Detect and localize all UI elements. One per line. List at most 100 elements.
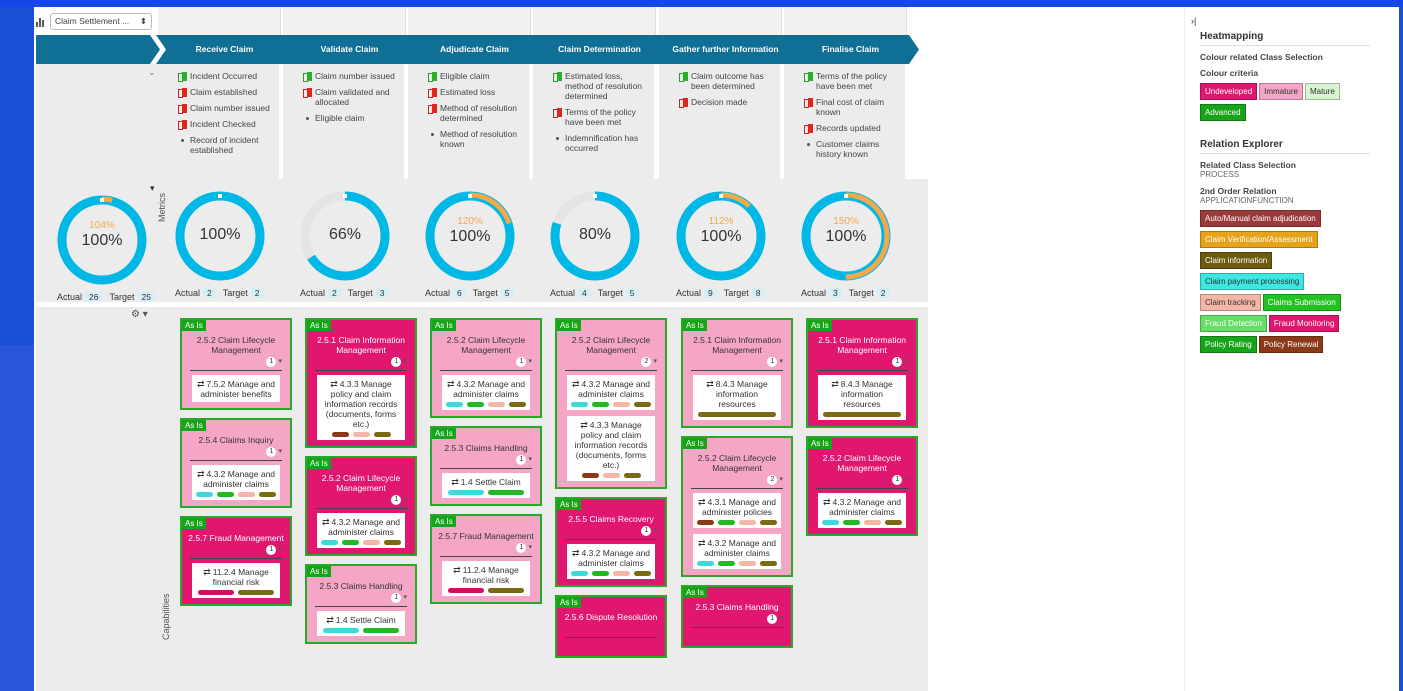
- donut-start-marker: [468, 194, 472, 198]
- chip-policy-rating[interactable]: Policy Rating: [1200, 336, 1257, 353]
- settings-icon[interactable]: ⚙ ▾: [131, 309, 148, 320]
- process-select[interactable]: Claim Settlement ... ⬍: [50, 13, 152, 30]
- expand-caret-icon[interactable]: ▾: [779, 475, 783, 483]
- start-event-icon: [553, 72, 562, 82]
- linked-function-card[interactable]: ⇄ 4.3.2 Manage and administer claims: [693, 534, 781, 569]
- capability-card[interactable]: As Is 2.5.7 Fraud Management 1 ▾ ⇄ 11.2.4 Man…: [180, 516, 292, 606]
- linked-function-card[interactable]: ⇄ 4.3.2 Manage and administer claims: [567, 375, 655, 410]
- linked-function-card[interactable]: ⇄ 4.3.3 Manage policy and claim informati…: [567, 416, 655, 481]
- linked-function-card[interactable]: ⇄ 4.3.1 Manage and administer policies: [693, 493, 781, 528]
- chip-fraud-detection[interactable]: Fraud Detection: [1200, 315, 1267, 332]
- capability-card[interactable]: As Is 2.5.1 Claim Information Management 1…: [681, 318, 793, 428]
- card-divider: [565, 370, 657, 371]
- chip-claim-tracking[interactable]: Claim tracking: [1200, 294, 1261, 311]
- expand-caret-icon[interactable]: ▾: [278, 545, 282, 553]
- linked-function-card[interactable]: ⇄ 1.4 Settle Claim: [442, 473, 530, 498]
- view-selector[interactable]: Claim Settlement ... ⬍: [36, 13, 152, 30]
- expand-caret-icon[interactable]: ▾: [779, 357, 783, 365]
- linked-function-card[interactable]: ⇄ 4.3.2 Manage and administer claims: [317, 513, 405, 548]
- events-collapse-icon[interactable]: ⌄: [148, 67, 156, 78]
- event-text: Claim number issued: [315, 71, 395, 81]
- linked-function-card[interactable]: ⇄ 11.2.4 Manage financial risk: [192, 563, 280, 598]
- stage-tab-3[interactable]: [408, 7, 531, 35]
- metric-menu-icon[interactable]: ▾: [150, 183, 155, 194]
- heat-pill: [843, 520, 860, 525]
- expand-caret-icon[interactable]: ▾: [528, 357, 532, 365]
- capability-card[interactable]: As Is 2.5.3 Claims Handling 1 ▾: [681, 585, 793, 648]
- linked-function-card[interactable]: ⇄ 4.3.3 Manage policy and claim informati…: [317, 375, 405, 440]
- end-event-icon: [428, 88, 437, 98]
- count-row: [557, 624, 665, 635]
- chip-claims-submission[interactable]: Claims Submission: [1262, 294, 1341, 311]
- linked-function-card[interactable]: ⇄ 1.4 Settle Claim: [317, 611, 405, 636]
- capability-card[interactable]: As Is 2.5.3 Claims Handling 1 ▾ ⇄ 1.4 Settle …: [305, 564, 417, 644]
- stage-header-4[interactable]: Claim Determination: [531, 35, 668, 64]
- actual-value: 9: [704, 288, 717, 298]
- expand-caret-icon[interactable]: ▾: [403, 495, 407, 503]
- capability-card[interactable]: As Is 2.5.2 Claim Lifecycle Management 1 ▾ ⇄…: [305, 456, 417, 556]
- chip-immature[interactable]: Immature: [1259, 83, 1303, 100]
- as-is-badge: As Is: [683, 320, 707, 331]
- stage-header-6[interactable]: Finalise Claim: [782, 35, 919, 64]
- stage-header-2[interactable]: Validate Claim: [281, 35, 418, 64]
- stage-header-1[interactable]: Receive Claim: [156, 35, 293, 64]
- capability-card[interactable]: As Is 2.5.2 Claim Lifecycle Management 1 ▾ ⇄…: [430, 318, 542, 418]
- events-list-3: Eligible claim Estimated loss Method of re…: [428, 71, 525, 155]
- chip-undeveloped[interactable]: Undeveloped: [1200, 83, 1258, 100]
- expand-caret-icon[interactable]: ▾: [403, 357, 407, 365]
- linked-function-card[interactable]: ⇄ 4.3.2 Manage and administer claims: [818, 493, 906, 528]
- capability-card[interactable]: As Is 2.5.4 Claims Inquiry 1 ▾ ⇄ 4.3.2 Manage…: [180, 418, 292, 508]
- stage-tab-6[interactable]: [784, 7, 907, 35]
- chip-advanced[interactable]: Advanced: [1200, 104, 1246, 121]
- chip-claim-payment-processing[interactable]: Claim payment processing: [1200, 273, 1305, 290]
- capability-card[interactable]: As Is 2.5.2 Claim Lifecycle Management 2 ▾ ⇄…: [681, 436, 793, 577]
- expand-caret-icon[interactable]: ▾: [904, 357, 908, 365]
- heat-pill: [198, 590, 234, 595]
- capability-card[interactable]: As Is 2.5.7 Fraud Management 1 ▾ ⇄ 11.2.4 Man…: [430, 514, 542, 604]
- linked-function-card[interactable]: ⇄ 4.3.2 Manage and administer claims: [567, 544, 655, 579]
- event-item: Method of resolution known: [428, 129, 525, 149]
- linked-function-card[interactable]: ⇄ 4.3.2 Manage and administer claims: [192, 465, 280, 500]
- linked-function-card[interactable]: ⇄ 4.3.2 Manage and administer claims: [442, 375, 530, 410]
- expand-caret-icon[interactable]: ▾: [278, 447, 282, 455]
- expand-caret-icon[interactable]: ▾: [904, 475, 908, 483]
- stage-tab-1[interactable]: [158, 7, 281, 35]
- expand-caret-icon[interactable]: ▾: [528, 455, 532, 463]
- capability-card[interactable]: As Is 2.5.2 Claim Lifecycle Management 2 ▾ ⇄…: [555, 318, 667, 489]
- chip-policy-renewal[interactable]: Policy Renewal: [1258, 336, 1324, 353]
- expand-caret-icon[interactable]: ▾: [779, 614, 783, 622]
- expand-caret-icon[interactable]: ▾: [403, 593, 407, 601]
- linked-function-card[interactable]: ⇄ 7.5.2 Manage and administer benefits: [192, 375, 280, 402]
- card-divider: [816, 488, 908, 489]
- chip-claim-verification-assessment[interactable]: Claim Verification/Assessment: [1200, 231, 1318, 248]
- count-badge: 1: [516, 357, 527, 367]
- chip-fraud-monitoring[interactable]: Fraud Monitoring: [1268, 315, 1340, 332]
- expand-caret-icon[interactable]: ▾: [278, 357, 282, 365]
- capability-card[interactable]: As Is 2.5.2 Claim Lifecycle Management 1 ▾ ⇄…: [806, 436, 918, 536]
- linked-function-card[interactable]: ⇄ 8.4.3 Manage information resources: [693, 375, 781, 420]
- capability-card[interactable]: As Is 2.5.1 Claim Information Management 1…: [305, 318, 417, 448]
- stage-tab-5[interactable]: [659, 7, 782, 35]
- chip-auto-manual-claim-adjudication[interactable]: Auto/Manual claim adjudication: [1200, 210, 1321, 227]
- stage-tab-2[interactable]: [283, 7, 406, 35]
- capability-card[interactable]: As Is 2.5.6 Dispute Resolution: [555, 595, 667, 658]
- chip-claim-information[interactable]: Claim information: [1200, 252, 1273, 269]
- capability-card[interactable]: As Is 2.5.3 Claims Handling 1 ▾ ⇄ 1.4 Settle …: [430, 426, 542, 506]
- expand-caret-icon[interactable]: ▾: [528, 543, 532, 551]
- collapse-panel-icon[interactable]: ›|: [1191, 16, 1196, 26]
- event-text: Method of resolution known: [440, 129, 518, 149]
- capability-card[interactable]: As Is 2.5.5 Claims Recovery 1 ▾ ⇄ 4.3.2 Manag…: [555, 497, 667, 587]
- linked-function-card[interactable]: ⇄ 8.4.3 Manage information resources: [818, 375, 906, 420]
- chip-mature[interactable]: Mature: [1304, 83, 1340, 100]
- value-stream-header: Receive Claim Validate Claim Adjudicate Cl…: [36, 35, 956, 64]
- capability-card[interactable]: As Is 2.5.2 Claim Lifecycle Management 1 ▾ ⇄…: [180, 318, 292, 410]
- heat-pill: [592, 571, 609, 576]
- function-link-icon: ⇄: [451, 477, 459, 487]
- stage-header-5[interactable]: Gather further Information: [657, 35, 794, 64]
- stage-tab-4[interactable]: [533, 7, 656, 35]
- expand-caret-icon[interactable]: ▾: [653, 526, 657, 534]
- stage-header-3[interactable]: Adjudicate Claim: [406, 35, 543, 64]
- linked-function-card[interactable]: ⇄ 11.2.4 Manage financial risk: [442, 561, 530, 596]
- capability-card[interactable]: As Is 2.5.1 Claim Information Management 1…: [806, 318, 918, 428]
- expand-caret-icon[interactable]: ▾: [653, 357, 657, 365]
